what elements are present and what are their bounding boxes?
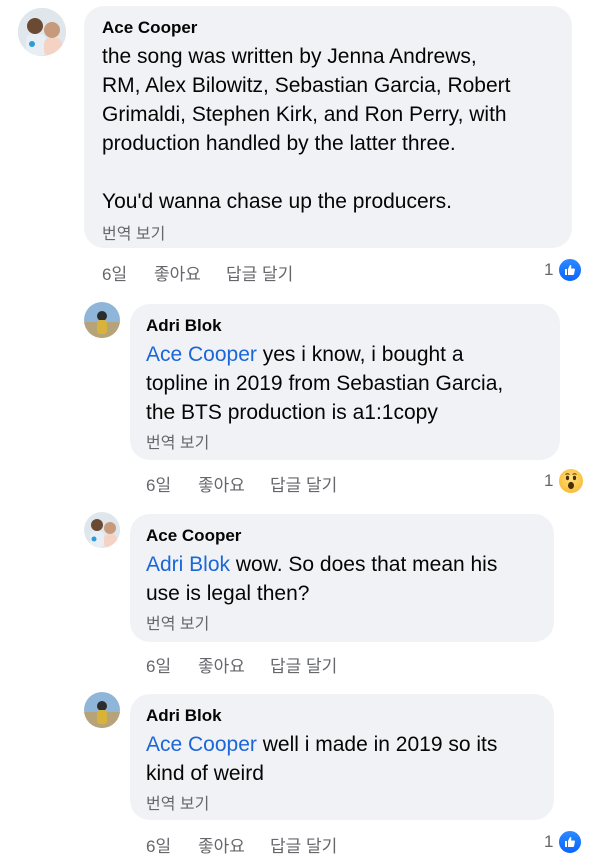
comment-bubble: Adri Blok Ace Cooper well i made in 2019… [130,694,554,820]
see-translation-link[interactable]: 번역 보기 [146,610,538,634]
comment-bubble: Adri Blok Ace Cooper yes i know, i bough… [130,304,560,460]
mention-link[interactable]: Adri Blok [146,553,230,576]
comment-age: 6일 [102,265,128,284]
comment-text: Ace Cooper yes i know, i bought a toplin… [146,343,504,424]
comment-text: Ace Cooper well i made in 2019 so its ki… [146,733,498,785]
see-translation-link[interactable]: 번역 보기 [146,790,538,814]
comment-text: the song was written by Jenna Andrews, R… [102,45,511,213]
like-icon [557,257,584,283]
reply-button[interactable]: 답글 달기 [226,260,293,285]
comment-age: 6일 [146,837,172,856]
like-button[interactable]: 좋아요 [198,471,245,496]
like-button[interactable]: 좋아요 [154,260,201,285]
see-translation-link[interactable]: 번역 보기 [146,429,544,453]
comment-bubble: Ace Cooper Adri Blok wow. So does that m… [130,514,554,642]
avatar[interactable] [84,512,120,548]
like-button[interactable]: 좋아요 [198,652,245,677]
reaction-count[interactable]: 1 [544,467,586,495]
like-button[interactable]: 좋아요 [198,832,245,857]
comment-text: Adri Blok wow. So does that mean his use… [146,553,498,605]
avatar[interactable] [18,8,66,56]
like-icon [557,829,584,855]
reply-button[interactable]: 답글 달기 [270,471,337,496]
comment-age: 6일 [146,476,172,495]
avatar[interactable] [84,302,120,338]
avatar[interactable] [84,692,120,728]
mention-link[interactable]: Ace Cooper [146,343,257,366]
comment-age: 6일 [146,657,172,676]
reply-button[interactable]: 답글 달기 [270,832,337,857]
comment-author[interactable]: Ace Cooper [102,18,554,38]
comment-author[interactable]: Adri Blok [146,316,544,336]
reply-button[interactable]: 답글 달기 [270,652,337,677]
mention-link[interactable]: Ace Cooper [146,733,257,756]
reaction-count[interactable]: 1 [544,257,584,283]
see-translation-link[interactable]: 번역 보기 [102,220,554,244]
wow-icon [557,467,586,495]
comment-bubble: Ace Cooper the song was written by Jenna… [84,6,572,248]
reaction-count[interactable]: 1 [544,829,584,855]
comment-author[interactable]: Adri Blok [146,706,538,726]
comment-author[interactable]: Ace Cooper [146,526,538,546]
